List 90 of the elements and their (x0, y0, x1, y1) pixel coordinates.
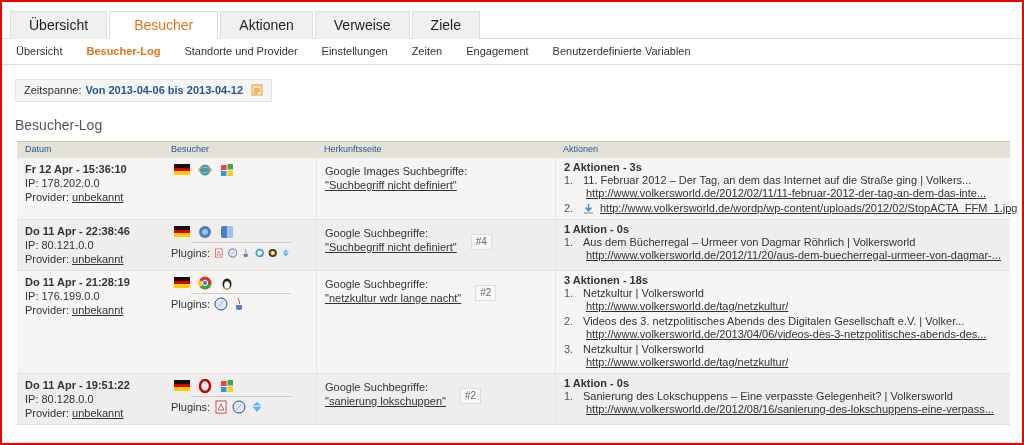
action-url-link[interactable]: http://www.volkersworld.de/2012/11/20/aus-dem-buecherregal-urmeer-von-dagmar-... (586, 248, 1001, 262)
nav-tab[interactable]: Ziele (411, 11, 480, 39)
action-url-link[interactable]: http://www.volkersworld.de/tag/netzkultur/ (586, 355, 789, 369)
calendar-icon[interactable] (251, 84, 264, 97)
column-header: Herkunftsseite (323, 143, 383, 156)
provider-link[interactable]: unbekannt (72, 302, 124, 317)
rank-tag: #2 (459, 387, 482, 404)
provider-link[interactable]: unbekannt (72, 405, 124, 420)
flag-icon (174, 380, 190, 392)
provider-link[interactable]: unbekannt (72, 189, 124, 204)
sub-nav-link[interactable]: Benutzerdefinierte Variablen (552, 43, 691, 60)
flag-icon (174, 226, 190, 238)
provider-label: Provider: (25, 251, 70, 266)
period-value: Von 2013-04-06 bis 2013-04-12 (85, 83, 244, 98)
ring-icon (198, 275, 212, 290)
page-title: Videos des 3. netzpolitisches Abends des Digitalen Gesellschaft e.V. | Volker... (583, 314, 965, 328)
visit-date: Do 11 Apr - 22:38:46 (25, 223, 130, 238)
window-logo-icon (220, 378, 234, 393)
action-number: 1. (564, 389, 575, 404)
page-title: Sanierung des Lokschuppens – Eine verpasste Gelegenheit? | Volkersworld (583, 389, 953, 403)
sub-nav-link[interactable]: Zeiten (411, 43, 443, 60)
visit-date: Fr 12 Apr - 15:36:10 (25, 161, 127, 176)
document-icon (214, 245, 224, 260)
provider-link[interactable]: unbekannt (72, 251, 124, 266)
column-header: Besucher (170, 143, 211, 156)
referrer-label: Google Images Suchbegriffe: (325, 163, 469, 178)
column-header: Datum (24, 143, 53, 156)
action-url-link[interactable]: http://www.volkersworld.de/2013/04/06/videos-des-3-netzpolitisches-abends-des... (586, 327, 987, 341)
ring-icon (198, 378, 212, 393)
visit-date: Do 11 Apr - 21:28:19 (25, 274, 130, 289)
sub-nav-link[interactable]: Übersicht (16, 43, 63, 60)
action-number: 1. (564, 173, 575, 188)
action-url-link[interactable]: http://www.volkersworld.de/wordp/wp-content/uploads/2012/02/StopACTA_FFM_1.jpg (600, 201, 1018, 215)
ip-address: IP: 80.128.0.0 (25, 391, 94, 406)
action-url-link[interactable]: http://www.volkersworld.de/2012/08/16/sanierung-des-lokschuppens-eine-verpass... (586, 402, 994, 416)
nav-tab[interactable]: Aktionen (220, 11, 313, 39)
page-title: Netzkultur | Volkersworld (583, 342, 704, 356)
action-url-link[interactable]: http://www.volkersworld.de/2012/02/11/11-februar-2012-der-tag-an-dem-das-inte... (586, 186, 987, 200)
compass-icon (232, 399, 247, 414)
window-logo-icon (220, 162, 234, 177)
rank-tag: #2 (475, 284, 497, 301)
referrer-label: Google Suchbegriffe: (325, 379, 430, 394)
ip-address: IP: 178.202.0.0 (25, 175, 100, 190)
referrer-label: Google Suchbegriffe: (325, 225, 430, 240)
action-number: 1. (564, 235, 575, 250)
actions-summary: 1 Aktion - 0s (564, 376, 630, 390)
referrer-label: Google Suchbegriffe: (325, 276, 430, 291)
column-header: Aktionen (562, 143, 600, 156)
plugins-label: Plugins: (171, 296, 211, 311)
compass-icon (227, 245, 238, 260)
nav-tab[interactable]: Übersicht (10, 11, 108, 39)
compass-icon (214, 296, 229, 311)
action-number: 2. (564, 201, 575, 215)
actions-summary: 3 Aktionen - 18s (564, 273, 649, 287)
search-term-link[interactable]: "Suchbegriff nicht definiert" (325, 177, 457, 192)
period-selector[interactable]: Zeitspanne: Von 2013-04-06 bis 2013-04-12 (15, 78, 273, 102)
section-heading: Besucher-Log (15, 115, 104, 135)
plugins-label: Plugins: (171, 399, 211, 414)
provider-label: Provider: (25, 405, 70, 420)
plugins-label: Plugins: (171, 245, 211, 260)
search-term-link[interactable]: "netzkultur wdr lange nacht" (325, 290, 462, 305)
action-url-link[interactable]: http://www.volkersworld.de/tag/netzkultur/ (586, 299, 789, 313)
search-term-link[interactable]: "Suchbegriff nicht definiert" (325, 239, 457, 254)
sub-nav-link[interactable]: Engagement (466, 43, 529, 60)
ip-address: IP: 80.121.0.0 (25, 237, 94, 252)
flag-icon (174, 277, 190, 289)
provider-label: Provider: (25, 302, 70, 317)
ip-address: IP: 176.199.0.0 (25, 288, 100, 303)
sub-nav-link[interactable]: Einstellungen (321, 43, 388, 60)
page-title: Netzkultur | Volkersworld (583, 286, 704, 300)
rank-tag: #4 (470, 233, 492, 250)
actions-summary: 2 Aktionen - 3s (564, 160, 643, 174)
period-label: Zeitspanne: (24, 83, 82, 98)
download-icon (583, 202, 594, 214)
document-icon (214, 399, 229, 414)
flag-icon (174, 164, 190, 176)
action-number: 3. (564, 342, 575, 357)
search-term-link[interactable]: "sanierung lokschuppen" (325, 393, 446, 408)
sub-nav-link[interactable]: Standorte und Provider (184, 43, 298, 60)
provider-label: Provider: (25, 189, 70, 204)
globe-icon (198, 162, 212, 177)
action-number: 2. (564, 314, 575, 329)
nav-tab[interactable]: Verweise (314, 11, 410, 39)
page-title: Aus dem Bücherregal – Urmeer von Dagmar Röhrlich | Volkersworld (583, 235, 916, 249)
action-number: 1. (564, 286, 575, 301)
visit-date: Do 11 Apr - 19:51:22 (25, 377, 130, 392)
globe-icon (198, 224, 212, 239)
page-title: 11. Februar 2012 – Der Tag, an dem das Internet auf die Straße ging | Volkers... (583, 173, 972, 187)
gem-icon (250, 399, 265, 414)
actions-summary: 1 Aktion - 0s (564, 222, 630, 236)
